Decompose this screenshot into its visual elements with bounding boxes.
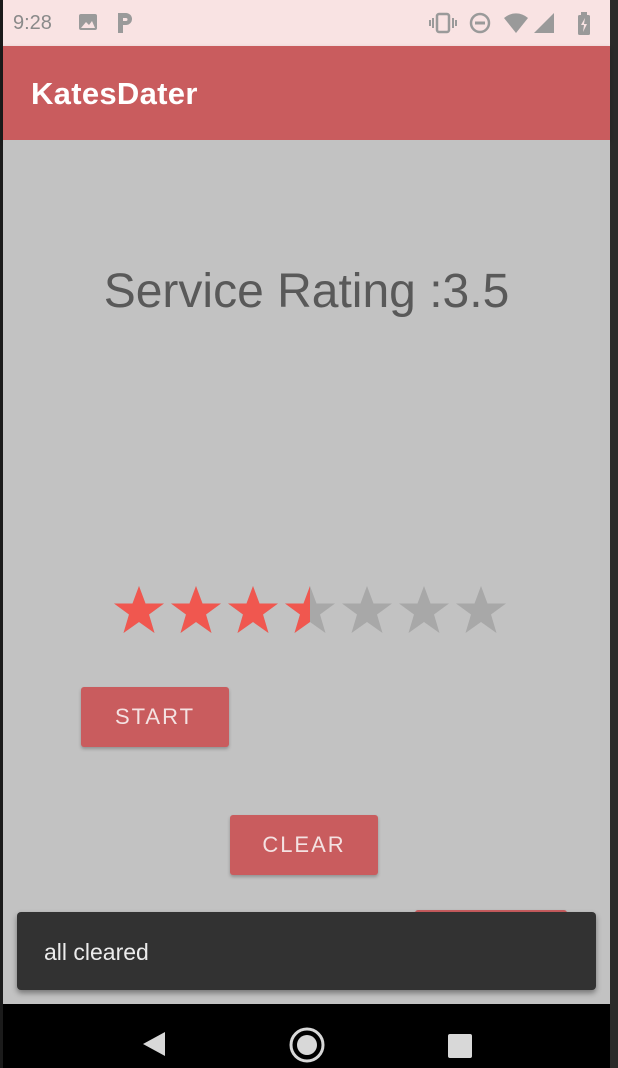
star-rating-bar[interactable] xyxy=(111,584,511,636)
star-empty-icon[interactable] xyxy=(339,584,395,636)
service-rating-label: Service Rating :3.5 xyxy=(103,265,510,318)
star-half-icon[interactable] xyxy=(282,584,338,636)
status-time: 9:28 xyxy=(13,12,52,34)
star-filled-icon[interactable] xyxy=(225,584,281,636)
main-content: Service Rating :3.5 START CLEAR all clea… xyxy=(3,140,610,1004)
home-icon[interactable] xyxy=(288,1026,326,1064)
status-bar: 9:28 xyxy=(3,0,610,46)
wifi-icon xyxy=(504,13,528,33)
image-icon xyxy=(79,14,97,30)
star-empty-icon[interactable] xyxy=(396,584,452,636)
star-empty-icon[interactable] xyxy=(453,584,509,636)
vibrate-icon xyxy=(429,12,457,34)
app-bar: KatesDater xyxy=(3,46,610,140)
phone-screen: 9:28 KatesDater Service Rating:3.5 STAR… xyxy=(3,0,610,1068)
battery-icon xyxy=(578,12,590,35)
app-title: KatesDater xyxy=(31,76,198,111)
back-icon[interactable] xyxy=(141,1030,167,1058)
star-filled-icon[interactable] xyxy=(111,584,167,636)
star-filled-icon[interactable] xyxy=(168,584,224,636)
do-not-disturb-icon xyxy=(469,12,491,34)
start-button[interactable]: START xyxy=(81,687,229,747)
snackbar-message: all cleared xyxy=(44,939,149,965)
snackbar: all cleared xyxy=(17,912,596,990)
navigation-bar xyxy=(3,1004,610,1068)
recents-icon[interactable] xyxy=(447,1033,473,1059)
parking-icon xyxy=(118,13,132,33)
device-frame-right xyxy=(610,0,618,1068)
clear-button[interactable]: CLEAR xyxy=(230,815,378,875)
cell-signal-icon xyxy=(534,13,554,33)
